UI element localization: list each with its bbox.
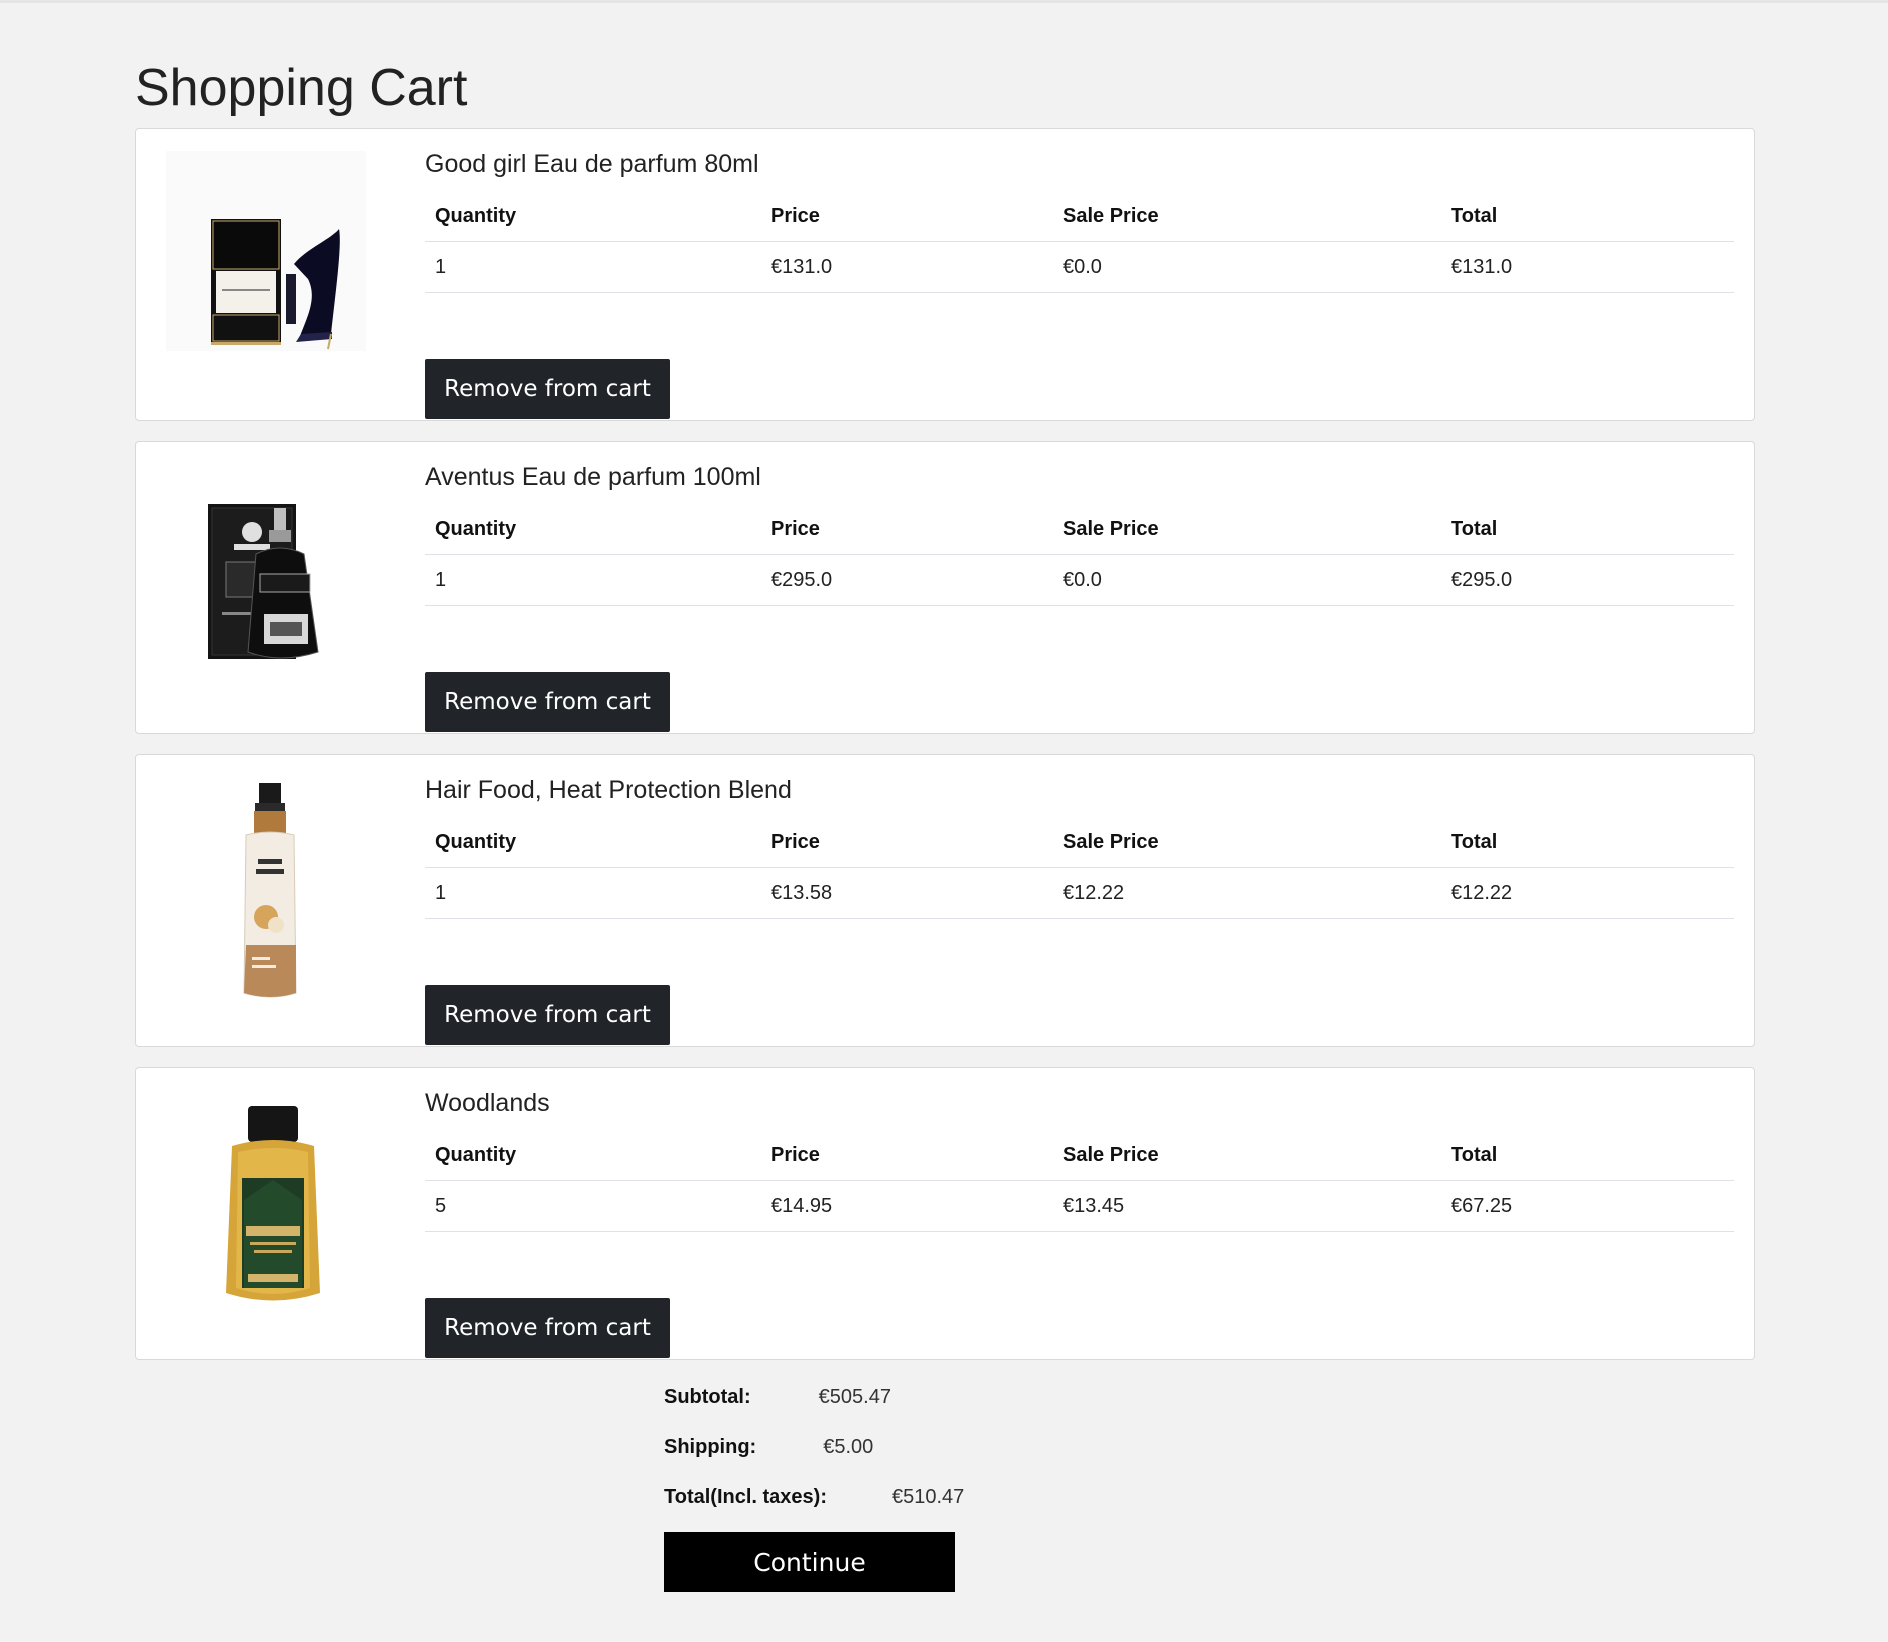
body-wash-bottle-icon bbox=[226, 1106, 320, 1301]
cell-quantity: 1 bbox=[425, 867, 761, 919]
cell-total: €295.0 bbox=[1441, 554, 1734, 606]
cell-sale-price: €0.0 bbox=[1053, 241, 1441, 293]
item-details-table: Quantity Price Sale Price Total 1 €295.0… bbox=[425, 504, 1734, 606]
product-info: Woodlands Quantity Price Sale Price Tota… bbox=[425, 1086, 1734, 1358]
header-quantity: Quantity bbox=[425, 817, 761, 868]
table-row: 1 €295.0 €0.0 €295.0 bbox=[425, 554, 1734, 606]
header-sale-price: Sale Price bbox=[1053, 191, 1441, 242]
cart-list: Good girl Eau de parfum 80ml Quantity Pr… bbox=[135, 128, 1755, 1380]
product-name: Aventus Eau de parfum 100ml bbox=[425, 463, 761, 491]
spray-bottle-icon bbox=[243, 783, 297, 998]
cell-price: €13.58 bbox=[761, 867, 1053, 919]
cell-quantity: 1 bbox=[425, 241, 761, 293]
cell-sale-price: €12.22 bbox=[1053, 867, 1441, 919]
table-row: 5 €14.95 €13.45 €67.25 bbox=[425, 1180, 1734, 1232]
top-border bbox=[0, 0, 1888, 3]
header-quantity: Quantity bbox=[425, 191, 761, 242]
cell-price: €14.95 bbox=[761, 1180, 1053, 1232]
item-details-table: Quantity Price Sale Price Total 1 €131.0… bbox=[425, 191, 1734, 293]
cell-sale-price: €0.0 bbox=[1053, 554, 1441, 606]
header-sale-price: Sale Price bbox=[1053, 817, 1441, 868]
summary-shipping-row: Shipping: €5.00 bbox=[664, 1422, 1064, 1472]
total-value: €510.47 bbox=[892, 1485, 965, 1508]
cell-price: €295.0 bbox=[761, 554, 1053, 606]
cell-total: €131.0 bbox=[1441, 241, 1734, 293]
header-quantity: Quantity bbox=[425, 1130, 761, 1181]
cell-price: €131.0 bbox=[761, 241, 1053, 293]
product-name: Hair Food, Heat Protection Blend bbox=[425, 776, 792, 804]
subtotal-value: €505.47 bbox=[818, 1385, 891, 1408]
cell-quantity: 5 bbox=[425, 1180, 761, 1232]
cart-item: Good girl Eau de parfum 80ml Quantity Pr… bbox=[135, 128, 1755, 421]
header-price: Price bbox=[761, 504, 1053, 555]
subtotal-label: Subtotal: bbox=[664, 1385, 751, 1408]
cell-sale-price: €13.45 bbox=[1053, 1180, 1441, 1232]
perfume-bottle-and-box-icon bbox=[208, 504, 319, 659]
summary-subtotal-row: Subtotal: €505.47 bbox=[664, 1372, 1064, 1422]
product-image bbox=[156, 149, 386, 399]
table-header-row: Quantity Price Sale Price Total bbox=[425, 191, 1734, 242]
perfume-bottle-and-box-icon bbox=[166, 151, 366, 351]
table-row: 1 €13.58 €12.22 €12.22 bbox=[425, 867, 1734, 919]
header-total: Total bbox=[1441, 504, 1734, 555]
item-details-table: Quantity Price Sale Price Total 5 €14.95… bbox=[425, 1130, 1734, 1232]
remove-from-cart-button[interactable]: Remove from cart bbox=[425, 1298, 670, 1358]
cart-item: Woodlands Quantity Price Sale Price Tota… bbox=[135, 1067, 1755, 1360]
product-image bbox=[156, 462, 386, 712]
header-sale-price: Sale Price bbox=[1053, 1130, 1441, 1181]
product-image bbox=[156, 775, 386, 1025]
remove-from-cart-button[interactable]: Remove from cart bbox=[425, 359, 670, 419]
product-info: Good girl Eau de parfum 80ml Quantity Pr… bbox=[425, 147, 1734, 419]
header-total: Total bbox=[1441, 1130, 1734, 1181]
product-name: Woodlands bbox=[425, 1089, 550, 1117]
item-details-table: Quantity Price Sale Price Total 1 €13.58… bbox=[425, 817, 1734, 919]
order-summary: Subtotal: €505.47 Shipping: €5.00 Total(… bbox=[664, 1372, 1064, 1522]
continue-button[interactable]: Continue bbox=[664, 1532, 955, 1592]
table-header-row: Quantity Price Sale Price Total bbox=[425, 1130, 1734, 1181]
total-label: Total(Incl. taxes): bbox=[664, 1485, 827, 1508]
cell-quantity: 1 bbox=[425, 554, 761, 606]
shipping-value: €5.00 bbox=[823, 1435, 874, 1458]
page-title: Shopping Cart bbox=[135, 59, 468, 117]
header-price: Price bbox=[761, 1130, 1053, 1181]
remove-from-cart-button[interactable]: Remove from cart bbox=[425, 985, 670, 1045]
summary-total-row: Total(Incl. taxes): €510.47 bbox=[664, 1472, 1064, 1522]
product-image bbox=[156, 1088, 386, 1338]
product-name: Good girl Eau de parfum 80ml bbox=[425, 150, 759, 178]
cart-item: Hair Food, Heat Protection Blend Quantit… bbox=[135, 754, 1755, 1047]
header-quantity: Quantity bbox=[425, 504, 761, 555]
remove-from-cart-button[interactable]: Remove from cart bbox=[425, 672, 670, 732]
table-row: 1 €131.0 €0.0 €131.0 bbox=[425, 241, 1734, 293]
header-price: Price bbox=[761, 191, 1053, 242]
table-header-row: Quantity Price Sale Price Total bbox=[425, 504, 1734, 555]
product-info: Hair Food, Heat Protection Blend Quantit… bbox=[425, 773, 1734, 1045]
product-info: Aventus Eau de parfum 100ml Quantity Pri… bbox=[425, 460, 1734, 732]
header-price: Price bbox=[761, 817, 1053, 868]
table-header-row: Quantity Price Sale Price Total bbox=[425, 817, 1734, 868]
shipping-label: Shipping: bbox=[664, 1435, 757, 1458]
header-sale-price: Sale Price bbox=[1053, 504, 1441, 555]
cell-total: €67.25 bbox=[1441, 1180, 1734, 1232]
cell-total: €12.22 bbox=[1441, 867, 1734, 919]
cart-item: Aventus Eau de parfum 100ml Quantity Pri… bbox=[135, 441, 1755, 734]
header-total: Total bbox=[1441, 191, 1734, 242]
header-total: Total bbox=[1441, 817, 1734, 868]
